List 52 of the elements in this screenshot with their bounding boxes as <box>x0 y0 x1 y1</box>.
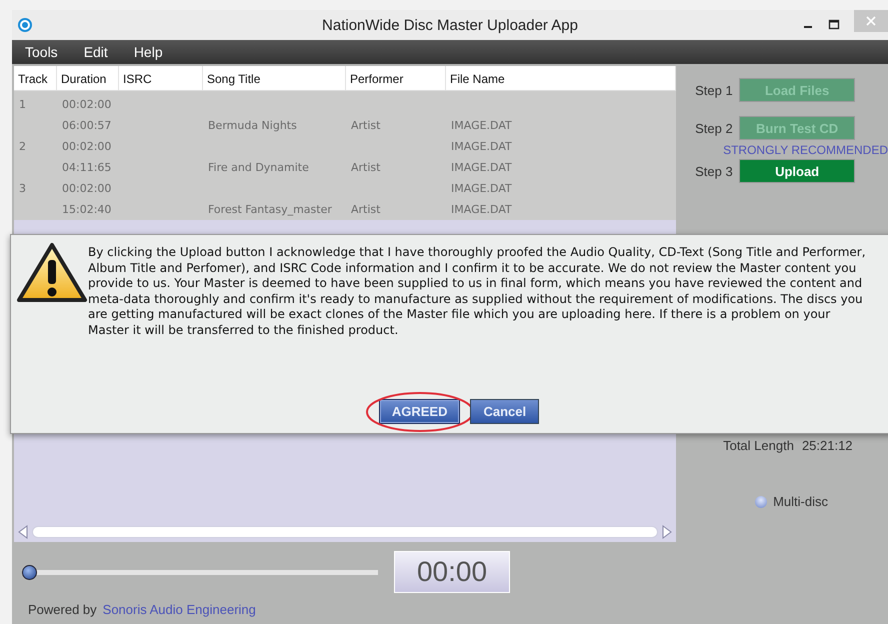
table-cell: 06:00:57 <box>62 119 112 132</box>
menu-item[interactable]: Edit <box>70 44 121 60</box>
step-label: Step 1 <box>695 82 734 98</box>
table-cell: 1 <box>19 98 26 111</box>
table-cell: 00:02:00 <box>62 140 112 153</box>
multi-disc-radio[interactable] <box>755 496 768 508</box>
table-cell: 04:11:65 <box>62 161 112 174</box>
window-title: NationWide Disc Master Uploader App <box>321 16 579 34</box>
table-cell: Fire and Dynamite <box>208 161 309 174</box>
multi-disc-label: Multi-disc <box>773 494 828 509</box>
close-button[interactable] <box>854 10 888 32</box>
dialog-button[interactable]: AGREED <box>378 399 460 424</box>
app-icon <box>17 17 33 33</box>
table-cell: 3 <box>19 182 26 195</box>
scroll-left-icon[interactable] <box>18 525 28 539</box>
recommendation-note: STRONGLY RECOMMENDED <box>723 143 888 157</box>
table-cell: IMAGE.DAT <box>451 140 512 153</box>
table-cell: 00:02:00 <box>62 182 112 195</box>
column-header[interactable]: Duration <box>57 66 119 90</box>
menu-item[interactable]: Tools <box>12 44 71 60</box>
step-label: Step 2 <box>695 120 734 136</box>
menu-item[interactable]: Help <box>120 44 176 60</box>
table-cell: Forest Fantasy_master <box>208 203 332 216</box>
table-cell: Artist <box>351 203 380 216</box>
column-header[interactable]: Track <box>14 66 57 90</box>
dialog-button[interactable]: Cancel <box>470 399 540 424</box>
table-cell: 2 <box>19 140 26 153</box>
powered-by-label: Powered by <box>28 602 97 617</box>
table-cell: IMAGE.DAT <box>451 161 512 174</box>
column-header[interactable]: File Name <box>446 66 676 90</box>
close-icon <box>866 16 876 26</box>
table-cell: IMAGE.DAT <box>451 119 512 132</box>
step-button[interactable]: Upload <box>739 159 856 183</box>
table-cell: Artist <box>351 119 380 132</box>
table-cell: Artist <box>351 161 380 174</box>
maximize-icon[interactable] <box>828 19 840 31</box>
slider-thumb[interactable] <box>22 564 37 580</box>
step-label: Step 3 <box>695 164 734 178</box>
column-header[interactable]: Song Title <box>203 66 346 90</box>
time-display: 00:00 <box>394 551 510 593</box>
column-header[interactable]: ISRC <box>119 66 203 90</box>
total-length-label: Total Length <box>723 438 794 453</box>
scroll-right-icon[interactable] <box>662 525 672 539</box>
table-cell: 00:02:00 <box>62 98 112 111</box>
table-cell: 15:02:40 <box>62 203 112 216</box>
table-cell: IMAGE.DAT <box>451 203 512 216</box>
dialog-message: By clicking the Upload button I acknowledge that I have thoroughly proofed the Audio Quality, CD-Text (Song Title and Performer, Album Title and Perfomer), and ISRC Code information and I confirm it to be accurate. We do not review the Master content you provide to us. Your Master is deemed to have been supplied to us in final form, which means you have reviewed the content and meta-data thoroughly and confirm it's ready to manufacture as supplied without the requirement of modifications. The discs you are getting manufactured will be exact clones of the Master file which you are uploading here. If there is a problem on your Master it will be transferred to the finished product. <box>88 245 867 338</box>
column-header[interactable]: Performer <box>346 66 446 90</box>
total-length-value: 25:21:12 <box>802 438 853 453</box>
table-cell: Bermuda Nights <box>208 119 297 132</box>
warning-icon <box>16 242 88 304</box>
table-cell: IMAGE.DAT <box>451 182 512 195</box>
